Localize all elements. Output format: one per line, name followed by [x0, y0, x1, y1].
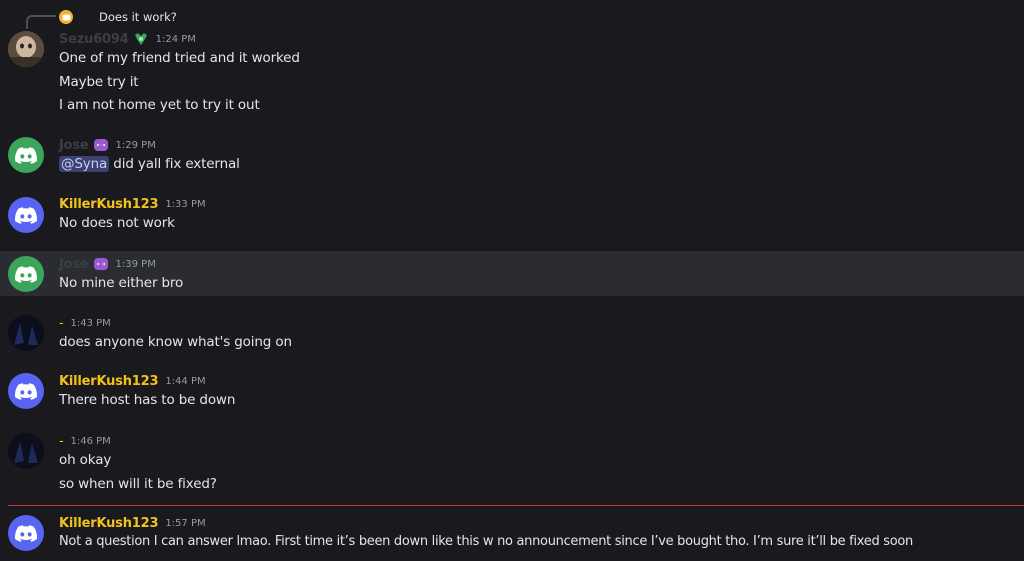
message: KillerKush123 1:44 PM There host has to … [0, 360, 1024, 420]
message: KillerKush123 1:57 PM Not a question I c… [0, 506, 1024, 561]
message-line: One of my friend tried and it worked [59, 50, 300, 66]
message: - 1:43 PM does anyone know what's going … [0, 296, 1024, 360]
message-line: @Syna did yall fix external [59, 156, 240, 172]
purple-mask-icon [93, 256, 109, 272]
avatar[interactable] [8, 197, 44, 233]
message: - 1:46 PM oh okay so when will it be fix… [0, 420, 1024, 504]
username[interactable]: KillerKush123 [59, 374, 159, 389]
timestamp: 1:39 PM [115, 258, 156, 270]
avatar[interactable] [8, 31, 44, 67]
message-line: No mine either bro [59, 275, 184, 291]
username[interactable]: KillerKush123 [59, 516, 159, 531]
username[interactable]: Sezu6094 [59, 32, 129, 47]
timestamp: 1:24 PM [155, 33, 196, 45]
discord-logo-icon [15, 146, 37, 164]
avatar[interactable] [8, 373, 44, 409]
reply-preview[interactable]: Does it work? [59, 9, 177, 25]
message-line: does anyone know what's going on [59, 334, 292, 350]
purple-mask-icon [93, 137, 109, 153]
message-header: Jose 1:29 PM [59, 136, 156, 154]
message-line: No does not work [59, 215, 175, 231]
photo-avatar-icon [8, 31, 44, 67]
reply-connector [26, 15, 56, 29]
discord-logo-icon [15, 524, 37, 542]
message-line: Not a question I can answer lmao. First … [59, 534, 913, 549]
message: Jose 1:29 PM @Syna did yall fix external [0, 125, 1024, 183]
dark-avatar-icon [8, 315, 44, 351]
timestamp: 1:43 PM [70, 317, 111, 329]
message-line: There host has to be down [59, 392, 236, 408]
timestamp: 1:46 PM [70, 435, 111, 447]
message-header: Jose 1:39 PM [59, 255, 156, 273]
avatar[interactable] [8, 433, 44, 469]
reply-avatar-icon [59, 10, 73, 24]
reply-text: Does it work? [99, 10, 177, 24]
message-line: oh okay [59, 452, 112, 468]
dark-avatar-icon [8, 433, 44, 469]
avatar[interactable] [8, 256, 44, 292]
message: Jose 1:39 PM No mine either bro [0, 251, 1024, 296]
message: KillerKush123 1:33 PM No does not work [0, 184, 1024, 251]
discord-logo-icon [15, 206, 37, 224]
timestamp: 1:57 PM [165, 517, 206, 529]
message-header: - 1:46 PM [59, 432, 111, 450]
username[interactable]: - [59, 434, 64, 449]
message-header: - 1:43 PM [59, 314, 111, 332]
timestamp: 1:29 PM [115, 139, 156, 151]
timestamp: 1:33 PM [165, 198, 206, 210]
message-header: Sezu6094 1:24 PM [59, 30, 196, 48]
message-header: KillerKush123 1:44 PM [59, 372, 206, 390]
reply-author-redacted [76, 12, 96, 22]
timestamp: 1:44 PM [165, 375, 206, 387]
user-mention[interactable]: @Syna [59, 156, 110, 172]
discord-logo-icon [15, 382, 37, 400]
discord-logo-icon [15, 265, 37, 283]
avatar[interactable] [8, 315, 44, 351]
green-shield-icon [133, 31, 149, 47]
username[interactable]: - [59, 316, 64, 331]
message-text: did yall fix external [113, 156, 240, 172]
message: Does it work? Sezu6094 1:24 PM One of my… [0, 0, 1024, 125]
message-header: KillerKush123 1:33 PM [59, 195, 206, 213]
message-header: KillerKush123 1:57 PM [59, 514, 206, 532]
username[interactable]: Jose [59, 138, 89, 153]
message-line: Maybe try it [59, 74, 139, 90]
message-feed: Does it work? Sezu6094 1:24 PM One of my… [0, 0, 1024, 561]
username[interactable]: KillerKush123 [59, 197, 159, 212]
message-line: so when will it be fixed? [59, 476, 217, 492]
message-line: I am not home yet to try it out [59, 97, 260, 113]
avatar[interactable] [8, 137, 44, 173]
avatar[interactable] [8, 515, 44, 551]
username[interactable]: Jose [59, 257, 89, 272]
